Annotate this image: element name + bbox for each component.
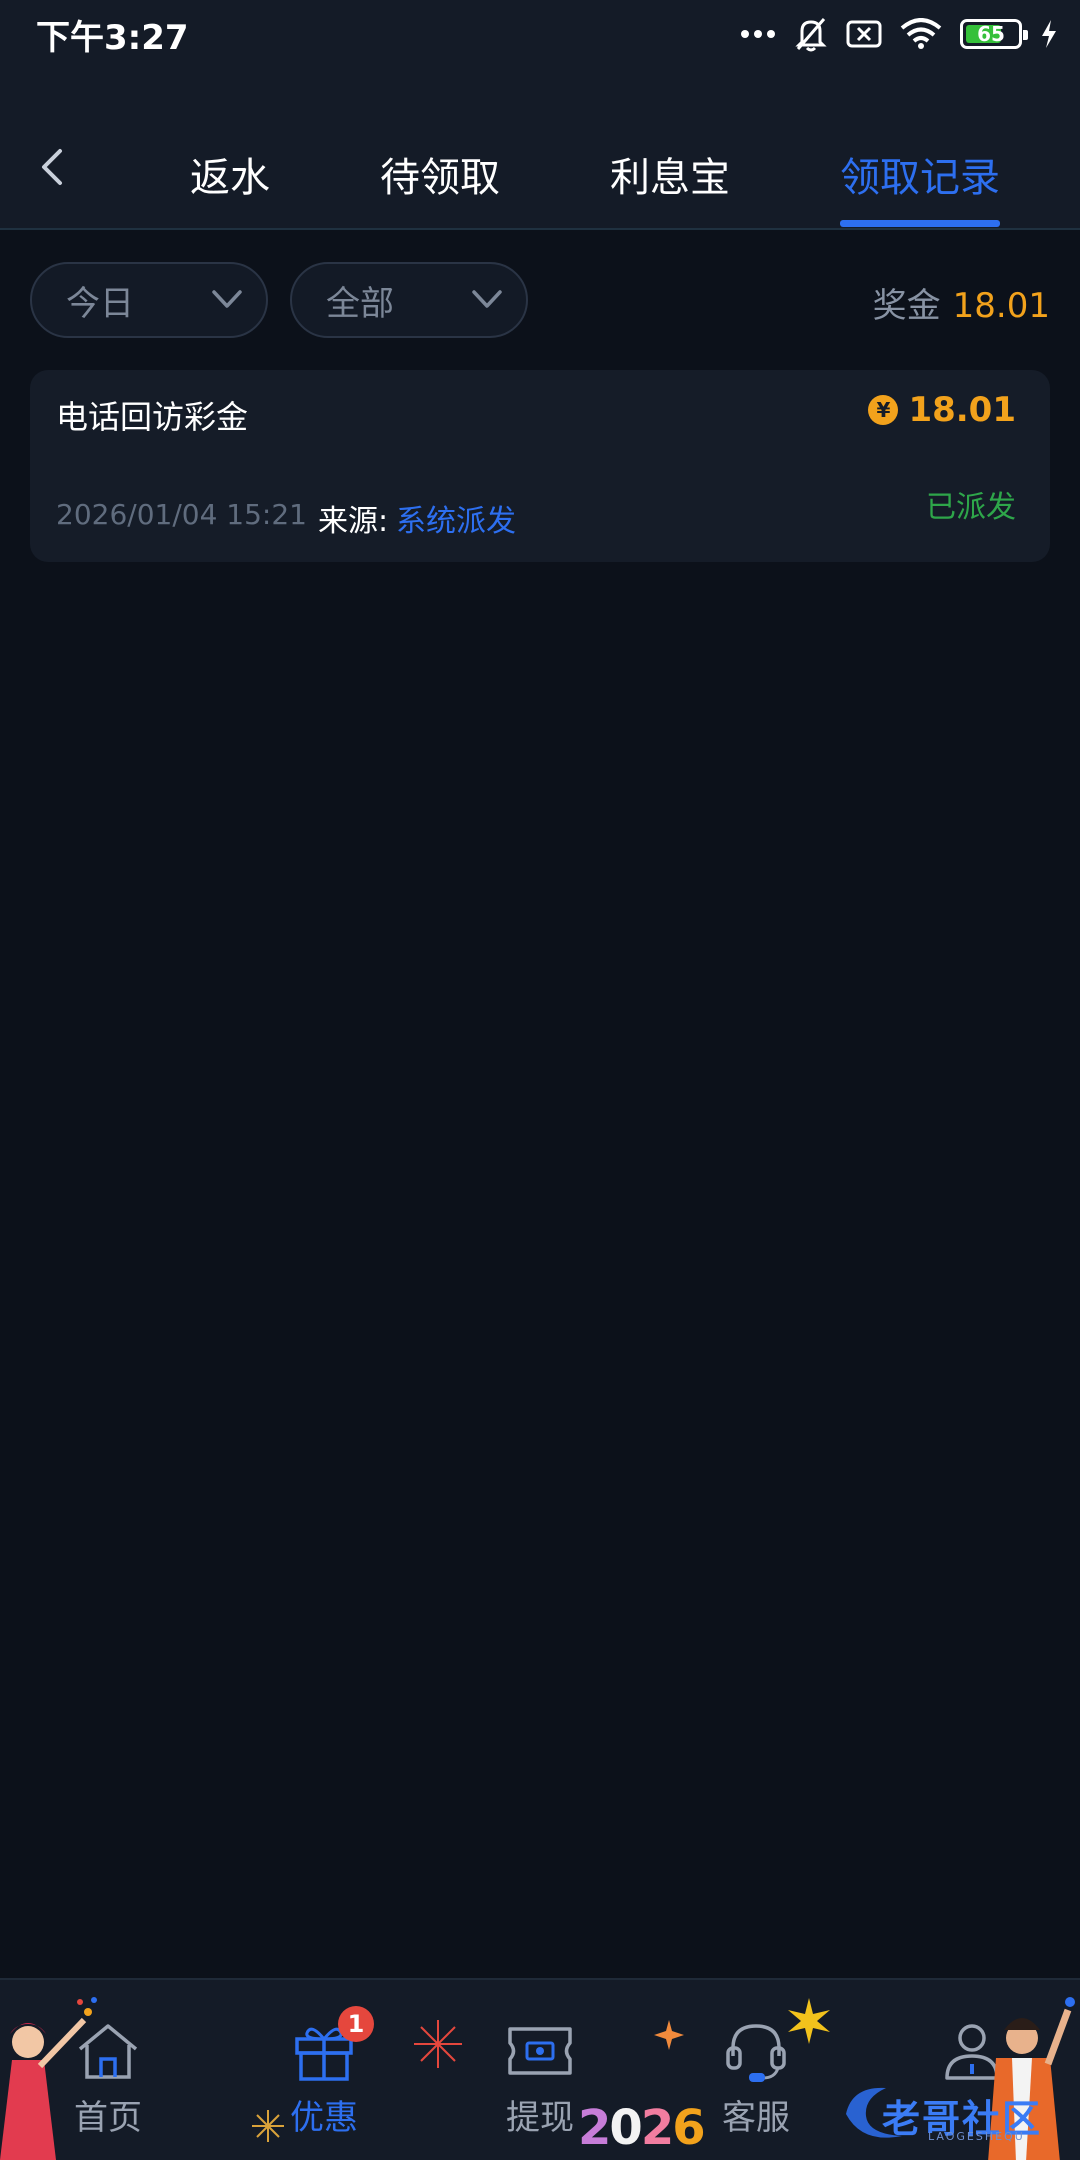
nav-support-label: 客服 xyxy=(722,2098,790,2138)
record-status: 已派发 xyxy=(926,490,1016,525)
notification-badge: 1 xyxy=(338,2006,374,2042)
chevron-down-icon xyxy=(212,290,242,308)
more-dots-icon xyxy=(740,29,776,39)
yen-coin-icon: ¥ xyxy=(868,395,899,425)
sparkle-icon xyxy=(788,1998,830,2044)
active-tab-indicator xyxy=(840,220,1000,227)
record-card[interactable]: 电话回访彩金 ¥ 18.01 2026/01/04 15:21 来源: 系统派发… xyxy=(30,370,1050,562)
record-title: 电话回访彩金 xyxy=(56,398,249,436)
back-button[interactable] xyxy=(30,140,74,194)
status-time: 下午3:27 xyxy=(36,18,189,58)
tab-header: 返水 待领取 利息宝 领取记录 xyxy=(0,70,1080,230)
type-filter-label: 全部 xyxy=(326,283,394,324)
period-filter-label: 今日 xyxy=(66,283,134,324)
record-amount-value: 18.01 xyxy=(908,390,1016,430)
battery-level: 65 xyxy=(977,22,1005,46)
record-source-label: 来源: xyxy=(318,504,389,539)
status-icons: 65 xyxy=(740,14,1058,54)
record-datetime: 2026/01/04 15:21 xyxy=(56,498,307,531)
firework-icon xyxy=(414,2020,462,2068)
tab-rebate[interactable]: 返水 xyxy=(180,150,280,210)
battery-icon: 65 xyxy=(960,19,1028,49)
chevron-left-icon xyxy=(42,149,62,185)
withdraw-icon xyxy=(470,2014,610,2088)
wifi-icon xyxy=(900,18,942,50)
period-filter[interactable]: 今日 xyxy=(30,262,268,338)
tab-pending[interactable]: 待领取 xyxy=(370,150,510,210)
no-sim-icon xyxy=(846,19,882,49)
community-watermark: 老哥社区 LAOGESHEQU xyxy=(842,2080,1072,2146)
watermark-subtext: LAOGESHEQU xyxy=(928,2130,1025,2143)
bonus-total: 奖金 18.01 xyxy=(873,278,1050,327)
charging-icon xyxy=(1040,19,1058,49)
tab-claim-records[interactable]: 领取记录 xyxy=(830,150,1010,210)
firework-icon xyxy=(252,2110,284,2142)
status-bar: 下午3:27 65 xyxy=(0,0,1080,70)
bonus-total-label: 奖金 xyxy=(872,286,941,326)
chevron-down-icon xyxy=(472,290,502,308)
type-filter[interactable]: 全部 xyxy=(290,262,528,338)
celebration-girl-icon xyxy=(0,1997,97,2160)
tab-interest[interactable]: 利息宝 xyxy=(600,150,740,210)
year-2026-decoration: 2026 xyxy=(578,2100,706,2156)
bell-muted-icon xyxy=(794,16,828,52)
sparkle-icon xyxy=(654,2020,684,2050)
record-amount: ¥ 18.01 xyxy=(868,390,1016,430)
record-source: 系统派发 xyxy=(396,504,516,539)
bonus-total-amount: 18.01 xyxy=(952,286,1050,326)
